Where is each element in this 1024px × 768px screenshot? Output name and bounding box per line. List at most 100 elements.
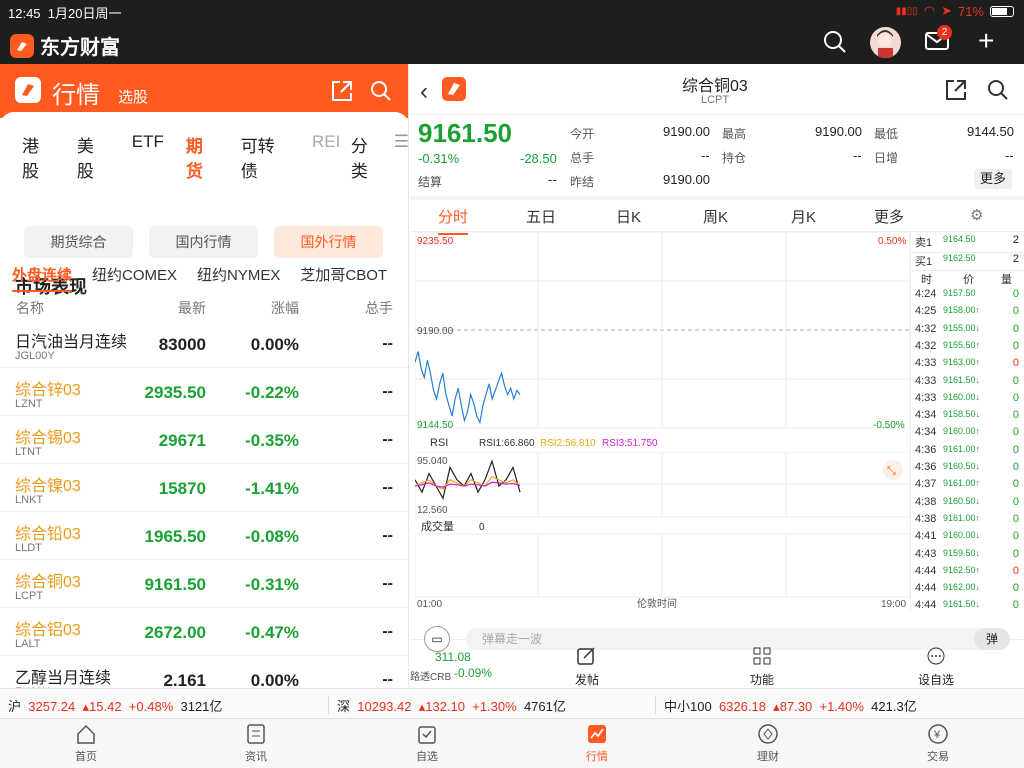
more-dots-icon[interactable] [926, 646, 946, 671]
rsi-selector[interactable]: RSI [430, 437, 448, 449]
subtab-cbot[interactable]: 芝加哥CBOT [300, 264, 387, 292]
rsi-max-label: 95.040 [417, 456, 448, 467]
danmu-button[interactable]: 弹 [974, 628, 1010, 650]
futures-row[interactable]: 乙醇当月连续 EH00Y 2.161 0.00% -- [0, 656, 408, 688]
post-edit-icon[interactable] [576, 646, 596, 671]
add-watch-label[interactable]: 设自选 [918, 671, 954, 688]
nav-market[interactable]: 行情 [567, 723, 627, 764]
index-sz[interactable]: 深 10293.42 ▴132.10 +1.30% 4761亿 [328, 696, 566, 715]
tab-us[interactable]: 美股 [77, 132, 110, 182]
danmu-icon[interactable]: ▭ [424, 626, 450, 652]
futures-row[interactable]: 综合锡03 LTNT 29671 -0.35% -- [0, 416, 408, 464]
share-icon[interactable] [330, 79, 354, 108]
settings-gear-icon[interactable]: ⚙ [970, 206, 983, 224]
app-top-bar: 东方财富 2 + [0, 22, 1024, 64]
battery-icon [990, 5, 1014, 17]
high-value: 9190.00 [815, 124, 862, 139]
signal-icon: ▮▮▯▯ [895, 5, 918, 17]
row-price: 29671 [158, 431, 206, 450]
intraday-chart[interactable]: 9235.50 9190.00 9144.50 0.50% -0.50% RSI… [414, 231, 911, 612]
ticks-header: 时价量 [911, 270, 1024, 287]
nav-trade[interactable]: ¥ 交易 [908, 723, 968, 764]
search-icon[interactable] [986, 78, 1010, 107]
pill-futures-overview[interactable]: 期货综合 [24, 226, 133, 258]
index-sme[interactable]: 中小100 6326.18 ▴87.30 +1.40% 421.3亿 [655, 696, 917, 715]
tab-intraday[interactable]: 分时 [438, 206, 469, 235]
chart-tabs: 分时 五日 日K 周K 月K 更多 ⚙ [410, 200, 1024, 235]
subtab-nymex[interactable]: 纽约NYMEX [197, 264, 280, 292]
col-change[interactable]: 涨幅 [271, 298, 299, 318]
nav-watchlist[interactable]: 自选 [397, 723, 457, 764]
crb-pct: -0.09% [454, 666, 493, 680]
subtab-comex[interactable]: 纽约COMEX [92, 264, 177, 292]
function-grid-icon[interactable] [752, 646, 772, 671]
avatar[interactable] [870, 27, 901, 58]
search-icon[interactable] [369, 79, 393, 108]
tick-row: 4:32 9155.00↓ 0 [915, 322, 1019, 335]
tab-more[interactable]: 更多 [874, 206, 904, 227]
row-name: 综合铅03 [15, 526, 81, 543]
news-icon [226, 723, 286, 748]
col-volume[interactable]: 总手 [365, 298, 393, 318]
col-price[interactable]: 最新 [178, 298, 206, 318]
more-button[interactable]: 更多 [974, 169, 1012, 189]
pill-domestic[interactable]: 国内行情 [149, 226, 258, 258]
svg-text:⤡: ⤡ [887, 465, 896, 477]
nav-home[interactable]: 首页 [56, 723, 116, 764]
prev-settle-label: 昨结 [570, 175, 595, 189]
last-price: 9161.50 [418, 118, 512, 148]
menu-icon[interactable]: ☰ [394, 132, 408, 182]
tab-etf[interactable]: ETF [132, 132, 164, 182]
index-bar[interactable]: 沪 3257.24 ▴15.42 +0.48% 3121亿 深 10293.42… [0, 688, 1024, 718]
post-label[interactable]: 发帖 [575, 671, 599, 688]
tab-hk[interactable]: 港股 [22, 132, 55, 182]
tab-monthly-k[interactable]: 月K [791, 206, 816, 227]
settle-value: -- [548, 172, 557, 187]
index-sh[interactable]: 沪 3257.24 ▴15.42 +0.48% 3121亿 [8, 696, 222, 715]
market-logo-icon [15, 77, 41, 103]
subtab-continuous[interactable]: 外盘连续 [12, 264, 73, 292]
futures-row[interactable]: 综合镍03 LNKT 15870 -1.41% -- [0, 464, 408, 512]
tick-row: 4:44 9162.50↑ 0 [915, 564, 1019, 577]
high-label: 最高 [722, 127, 747, 141]
stock-picker-link[interactable]: 选股 [118, 86, 148, 107]
tab-category[interactable]: 分类 [351, 132, 384, 182]
tick-row: 4:41 9160.00↓ 0 [915, 530, 1019, 543]
nav-news[interactable]: 资讯 [226, 723, 286, 764]
tab-weekly-k[interactable]: 周K [703, 206, 728, 227]
add-icon[interactable]: + [978, 27, 994, 55]
back-icon[interactable]: ‹ [420, 78, 428, 106]
nav-wealth[interactable]: 理财 [738, 723, 798, 764]
low-label: 最低 [874, 127, 899, 141]
status-bar: 12:45 1月20日周一 ▮▮▯▯ ◠ ➤ 71% [0, 0, 1024, 22]
share-icon[interactable] [944, 78, 968, 107]
danmu-input[interactable]: 弹幕走一波 [466, 628, 1006, 650]
futures-row[interactable]: 综合铜03 LCPT 9161.50 -0.31% -- [0, 560, 408, 608]
function-label[interactable]: 功能 [750, 671, 774, 688]
tick-row: 4:32 9155.50↑ 0 [915, 339, 1019, 352]
futures-row[interactable]: 日汽油当月连续 JGL00Y 83000 0.00% -- [0, 320, 408, 368]
search-icon[interactable] [822, 29, 848, 60]
x-end-label: 19:00 [881, 599, 906, 610]
row-volume: -- [382, 335, 393, 352]
row-name: 日汽油当月连续 [15, 334, 128, 351]
bid-row: 买1 9162.50 2 [911, 252, 1024, 269]
row-code: LALT [15, 638, 41, 650]
futures-row[interactable]: 综合铅03 LLDT 1965.50 -0.08% -- [0, 512, 408, 560]
pill-overseas[interactable]: 国外行情 [274, 226, 383, 258]
tab-5day[interactable]: 五日 [526, 206, 556, 227]
volume-selector[interactable]: 成交量 [421, 519, 454, 533]
tab-reit[interactable]: REI [312, 132, 343, 182]
futures-row[interactable]: 综合锌03 LZNT 2935.50 -0.22% -- [0, 368, 408, 416]
rsi-line [414, 475, 521, 490]
tab-futures[interactable]: 期货 [186, 132, 219, 182]
status-time: 12:45 1月20日周一 [8, 6, 122, 21]
row-code: LLDT [15, 542, 42, 554]
tab-convertible[interactable]: 可转债 [241, 132, 290, 182]
row-name: 综合锌03 [15, 382, 81, 399]
futures-row[interactable]: 综合铝03 LALT 2672.00 -0.47% -- [0, 608, 408, 656]
row-change: -1.41% [245, 479, 299, 498]
eastmoney-logo-icon [10, 33, 34, 58]
tab-daily-k[interactable]: 日K [616, 206, 641, 227]
daily-inc-value: -- [1005, 148, 1014, 163]
